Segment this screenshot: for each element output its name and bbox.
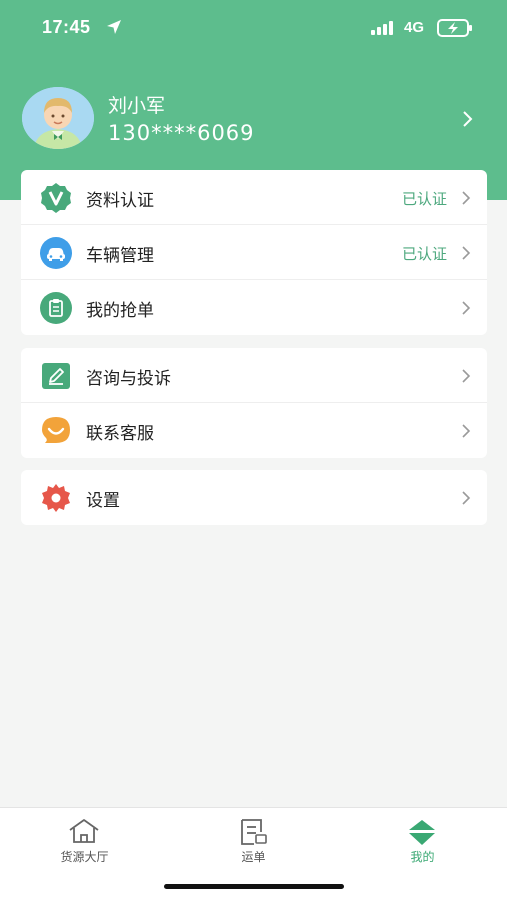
account-menu-card: 资料认证 已认证 车辆管理 已认证 我的抢单 [21,170,487,335]
signal-icon [371,21,393,35]
profile-tab-icon [409,820,435,845]
car-icon [40,237,72,269]
menu-item-vehicle-management[interactable]: 车辆管理 已认证 [21,225,487,280]
home-indicator[interactable] [164,884,344,889]
menu-item-label: 我的抢单 [86,301,154,321]
home-icon [69,819,99,843]
chevron-right-icon [462,369,471,383]
menu-item-label: 联系客服 [86,424,154,444]
tab-label: 货源大厅 [60,850,109,864]
menu-item-contact-service[interactable]: 联系客服 [21,403,487,458]
menu-item-label: 资料认证 [86,191,154,211]
menu-item-profile-verification[interactable]: 资料认证 已认证 [21,170,487,225]
chevron-right-icon [462,246,471,260]
verified-badge-icon [41,183,71,213]
menu-item-settings[interactable]: 设置 [21,470,487,525]
avatar[interactable] [22,87,94,149]
location-arrow-icon [107,20,121,34]
tab-label: 运单 [241,850,266,864]
status-time: 17:45 [42,17,91,37]
chevron-right-icon [462,191,471,205]
tab-cargo-hall[interactable]: 货源大厅 [0,808,169,868]
menu-item-label: 设置 [86,491,120,511]
profile-header[interactable]: 刘小军 130****6069 [0,80,507,160]
chevron-right-icon [462,301,471,315]
edit-note-icon [42,363,70,389]
settings-gear-icon [42,484,70,512]
settings-menu-card: 设置 [21,470,487,525]
user-phone: 130****6069 [108,121,255,145]
menu-item-label: 车辆管理 [86,246,154,266]
user-name: 刘小军 [108,95,166,117]
battery-charging-icon [437,19,472,37]
tab-label: 我的 [410,850,435,864]
network-type: 4G [404,19,425,36]
menu-item-my-orders[interactable]: 我的抢单 [21,280,487,335]
menu-item-label: 咨询与投诉 [86,369,171,389]
chevron-right-icon [462,424,471,438]
clipboard-icon [40,292,72,324]
waybill-icon [241,819,267,845]
smile-chat-icon [42,417,70,443]
chevron-right-icon [462,491,471,505]
avatar-illustration [22,87,94,149]
verification-status: 已认证 [401,245,447,263]
verification-status: 已认证 [401,190,447,208]
menu-item-consult-complaint[interactable]: 咨询与投诉 [21,348,487,403]
support-menu-card: 咨询与投诉 联系客服 [21,348,487,458]
tab-waybill[interactable]: 运单 [169,808,338,868]
tab-mine[interactable]: 我的 [338,808,507,868]
status-bar: 17:45 4G [0,0,507,56]
chevron-right-icon [463,111,473,127]
